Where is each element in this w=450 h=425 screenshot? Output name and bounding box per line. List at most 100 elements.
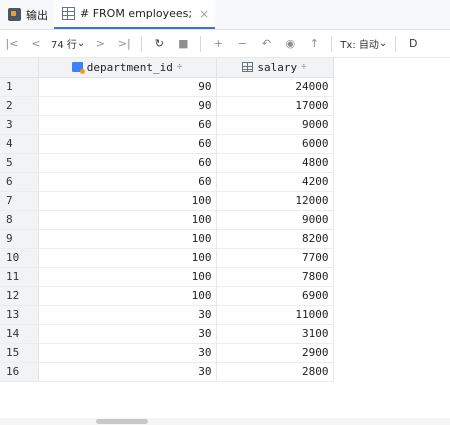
output-icon (8, 8, 21, 21)
row-number[interactable]: 3 (0, 115, 39, 135)
cell-department-id[interactable]: 100 (38, 286, 217, 306)
row-number[interactable]: 4 (0, 134, 39, 154)
scrollbar-thumb[interactable] (96, 419, 148, 424)
rows-count-selector[interactable]: 74 行 ⌄ (48, 34, 88, 54)
table-row[interactable]: 8 100 9000 (0, 210, 334, 230)
cell-salary[interactable]: 2800 (216, 362, 334, 382)
cell-salary[interactable]: 3100 (216, 324, 334, 344)
cell-department-id[interactable]: 90 (38, 77, 217, 97)
row-number[interactable]: 11 (0, 267, 39, 287)
table-row[interactable]: 3 60 9000 (0, 115, 334, 135)
cell-salary[interactable]: 6900 (216, 286, 334, 306)
cell-department-id[interactable]: 100 (38, 210, 217, 230)
cell-department-id[interactable]: 100 (38, 191, 217, 211)
table-row[interactable]: 10 100 7700 (0, 248, 334, 268)
delete-row-button[interactable]: − (230, 34, 254, 54)
cell-department-id[interactable]: 60 (38, 172, 217, 192)
row-number[interactable]: 6 (0, 172, 39, 192)
submit-button[interactable]: ↑ (302, 34, 326, 54)
grid-header-row: department_id ÷ salary ÷ (0, 58, 334, 78)
cell-salary[interactable]: 7800 (216, 267, 334, 287)
table-row[interactable]: 13 30 11000 (0, 305, 334, 325)
table-row[interactable]: 1 90 24000 (0, 77, 334, 97)
row-number[interactable]: 10 (0, 248, 39, 268)
row-number[interactable]: 8 (0, 210, 39, 230)
row-number[interactable]: 12 (0, 286, 39, 306)
table-row[interactable]: 6 60 4200 (0, 172, 334, 192)
row-number[interactable]: 1 (0, 77, 39, 97)
row-number[interactable]: 2 (0, 96, 39, 116)
table-row[interactable]: 14 30 3100 (0, 324, 334, 344)
column-icon (242, 62, 254, 73)
cell-salary[interactable]: 4200 (216, 172, 334, 192)
row-number[interactable]: 16 (0, 362, 39, 382)
row-number[interactable]: 13 (0, 305, 39, 325)
column-label: salary (257, 60, 298, 74)
cell-salary[interactable]: 7700 (216, 248, 334, 268)
close-icon[interactable]: × (199, 7, 209, 21)
cell-salary[interactable]: 11000 (216, 305, 334, 325)
toolbar-divider (141, 35, 143, 52)
sort-icon[interactable]: ÷ (177, 62, 182, 72)
cell-salary[interactable]: 9000 (216, 115, 334, 135)
table-row[interactable]: 12 100 6900 (0, 286, 334, 306)
cell-department-id[interactable]: 60 (38, 115, 217, 135)
cell-salary[interactable]: 12000 (216, 191, 334, 211)
row-number[interactable]: 7 (0, 191, 39, 211)
cell-department-id[interactable]: 60 (38, 134, 217, 154)
next-page-button[interactable]: > (88, 34, 112, 54)
cell-department-id[interactable]: 90 (38, 96, 217, 116)
row-number[interactable]: 15 (0, 343, 39, 363)
tx-mode-selector[interactable]: Tx: 自动 ⌄ (337, 34, 390, 54)
cell-salary[interactable]: 24000 (216, 77, 334, 97)
cell-salary[interactable]: 4800 (216, 153, 334, 173)
grid-corner[interactable] (0, 58, 39, 78)
cell-salary[interactable]: 6000 (216, 134, 334, 154)
table-row[interactable]: 2 90 17000 (0, 96, 334, 116)
row-number[interactable]: 9 (0, 229, 39, 249)
toolbar-divider (395, 35, 397, 52)
row-number[interactable]: 14 (0, 324, 39, 344)
row-number[interactable]: 5 (0, 153, 39, 173)
revert-button[interactable]: ↶ (254, 34, 278, 54)
first-page-button[interactable]: |< (0, 34, 24, 54)
table-row[interactable]: 5 60 4800 (0, 153, 334, 173)
toolbar-divider (331, 35, 333, 52)
cell-department-id[interactable]: 30 (38, 362, 217, 382)
sort-icon[interactable]: ÷ (301, 62, 306, 72)
preview-changes-button[interactable]: ◉ (278, 34, 302, 54)
stop-button[interactable]: ■ (171, 34, 195, 54)
column-header-department-id[interactable]: department_id ÷ (38, 58, 217, 78)
last-page-button[interactable]: >| (112, 34, 136, 54)
cell-salary[interactable]: 9000 (216, 210, 334, 230)
cell-salary[interactable]: 2900 (216, 343, 334, 363)
cell-department-id[interactable]: 100 (38, 229, 217, 249)
table-row[interactable]: 7 100 12000 (0, 191, 334, 211)
table-row[interactable]: 9 100 8200 (0, 229, 334, 249)
tab-output[interactable]: 输出 (0, 0, 54, 29)
table-row[interactable]: 15 30 2900 (0, 343, 334, 363)
tx-mode-label: Tx: 自动 (340, 40, 379, 51)
table-row[interactable]: 11 100 7800 (0, 267, 334, 287)
cell-department-id[interactable]: 30 (38, 324, 217, 344)
prev-page-button[interactable]: < (24, 34, 48, 54)
table-row[interactable]: 4 60 6000 (0, 134, 334, 154)
horizontal-scrollbar[interactable] (0, 418, 450, 425)
cell-salary[interactable]: 17000 (216, 96, 334, 116)
rows-count-label: 74 行 (51, 40, 77, 51)
result-tabs: 输出 # FROM employees; × (0, 0, 450, 30)
cell-department-id[interactable]: 60 (38, 153, 217, 173)
column-header-salary[interactable]: salary ÷ (216, 58, 334, 78)
column-label: department_id (86, 60, 173, 74)
cell-department-id[interactable]: 30 (38, 343, 217, 363)
cell-department-id[interactable]: 100 (38, 248, 217, 268)
table-row[interactable]: 16 30 2800 (0, 362, 334, 382)
refresh-button[interactable]: ↻ (147, 34, 171, 54)
add-row-button[interactable]: + (206, 34, 230, 54)
cell-salary[interactable]: 8200 (216, 229, 334, 249)
cell-department-id[interactable]: 30 (38, 305, 217, 325)
truncated-toolbar-item[interactable]: D (401, 34, 425, 54)
cell-department-id[interactable]: 100 (38, 267, 217, 287)
chevron-down-icon: ⌄ (76, 38, 86, 49)
tab-query-result[interactable]: # FROM employees; × (54, 0, 216, 29)
